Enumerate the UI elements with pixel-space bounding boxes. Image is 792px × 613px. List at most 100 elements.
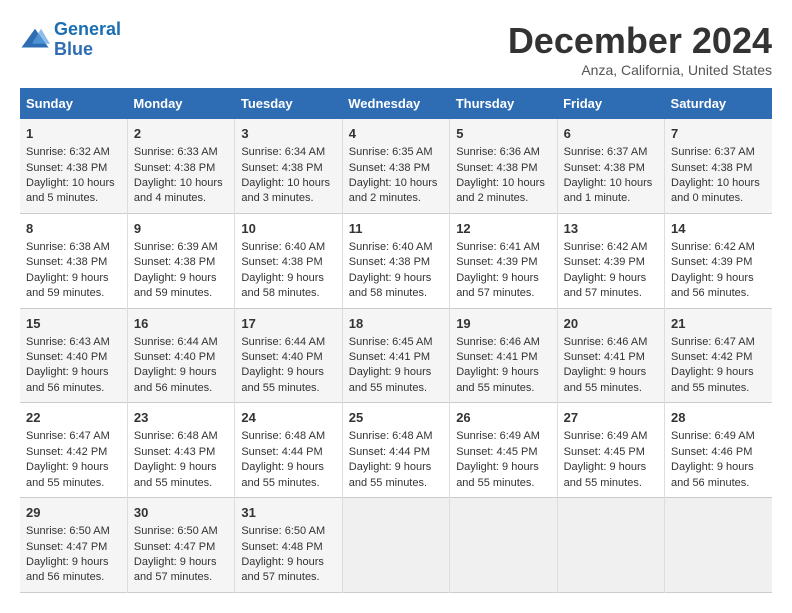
calendar-cell: 13 Sunrise: 6:42 AM Sunset: 4:39 PM Dayl… (557, 213, 664, 308)
sunrise-label: Sunrise: 6:44 AM (134, 336, 218, 348)
day-number: 28 (671, 409, 766, 427)
sunrise-label: Sunrise: 6:40 AM (349, 241, 433, 253)
sunset-label: Sunset: 4:39 PM (671, 256, 752, 268)
daylight-label: Daylight: 9 hours and 55 minutes. (456, 366, 539, 393)
calendar-subtitle: Anza, California, United States (508, 62, 772, 78)
sunset-label: Sunset: 4:38 PM (241, 162, 322, 174)
day-number: 23 (134, 409, 228, 427)
day-number: 4 (349, 125, 443, 143)
sunrise-label: Sunrise: 6:33 AM (134, 146, 218, 158)
day-number: 13 (564, 220, 658, 238)
sunset-label: Sunset: 4:38 PM (241, 256, 322, 268)
daylight-label: Daylight: 10 hours and 2 minutes. (456, 177, 545, 204)
calendar-cell: 2 Sunrise: 6:33 AM Sunset: 4:38 PM Dayli… (127, 119, 234, 213)
sunrise-label: Sunrise: 6:39 AM (134, 241, 218, 253)
sunrise-label: Sunrise: 6:42 AM (671, 241, 755, 253)
daylight-label: Daylight: 9 hours and 56 minutes. (26, 556, 109, 583)
calendar-cell: 15 Sunrise: 6:43 AM Sunset: 4:40 PM Dayl… (20, 308, 127, 403)
calendar-cell: 3 Sunrise: 6:34 AM Sunset: 4:38 PM Dayli… (235, 119, 342, 213)
sunset-label: Sunset: 4:38 PM (349, 256, 430, 268)
sunset-label: Sunset: 4:38 PM (671, 162, 752, 174)
sunset-label: Sunset: 4:44 PM (241, 446, 322, 458)
day-number: 30 (134, 504, 228, 522)
day-number: 17 (241, 315, 335, 333)
calendar-cell: 27 Sunrise: 6:49 AM Sunset: 4:45 PM Dayl… (557, 403, 664, 498)
day-number: 15 (26, 315, 121, 333)
day-number: 27 (564, 409, 658, 427)
calendar-cell: 19 Sunrise: 6:46 AM Sunset: 4:41 PM Dayl… (450, 308, 557, 403)
calendar-cell: 14 Sunrise: 6:42 AM Sunset: 4:39 PM Dayl… (665, 213, 772, 308)
logo-line1: General (54, 19, 121, 39)
sunset-label: Sunset: 4:40 PM (241, 351, 322, 363)
calendar-cell: 7 Sunrise: 6:37 AM Sunset: 4:38 PM Dayli… (665, 119, 772, 213)
sunrise-label: Sunrise: 6:47 AM (671, 336, 755, 348)
sunrise-label: Sunrise: 6:50 AM (241, 525, 325, 537)
day-number: 22 (26, 409, 121, 427)
daylight-label: Daylight: 10 hours and 0 minutes. (671, 177, 760, 204)
sunset-label: Sunset: 4:45 PM (564, 446, 645, 458)
sunrise-label: Sunrise: 6:37 AM (671, 146, 755, 158)
calendar-cell: 5 Sunrise: 6:36 AM Sunset: 4:38 PM Dayli… (450, 119, 557, 213)
day-number: 5 (456, 125, 550, 143)
day-number: 6 (564, 125, 658, 143)
sunrise-label: Sunrise: 6:35 AM (349, 146, 433, 158)
daylight-label: Daylight: 9 hours and 55 minutes. (671, 366, 754, 393)
daylight-label: Daylight: 9 hours and 55 minutes. (349, 461, 432, 488)
daylight-label: Daylight: 10 hours and 1 minute. (564, 177, 653, 204)
sunrise-label: Sunrise: 6:36 AM (456, 146, 540, 158)
daylight-label: Daylight: 9 hours and 59 minutes. (26, 272, 109, 299)
sunset-label: Sunset: 4:38 PM (134, 256, 215, 268)
sunrise-label: Sunrise: 6:49 AM (564, 430, 648, 442)
logo-line2: Blue (54, 39, 93, 59)
calendar-cell: 26 Sunrise: 6:49 AM Sunset: 4:45 PM Dayl… (450, 403, 557, 498)
sunset-label: Sunset: 4:38 PM (564, 162, 645, 174)
daylight-label: Daylight: 9 hours and 55 minutes. (26, 461, 109, 488)
sunset-label: Sunset: 4:47 PM (134, 541, 215, 553)
sunset-label: Sunset: 4:40 PM (26, 351, 107, 363)
calendar-week-3: 15 Sunrise: 6:43 AM Sunset: 4:40 PM Dayl… (20, 308, 772, 403)
daylight-label: Daylight: 9 hours and 55 minutes. (456, 461, 539, 488)
sunrise-label: Sunrise: 6:47 AM (26, 430, 110, 442)
sunset-label: Sunset: 4:40 PM (134, 351, 215, 363)
col-saturday: Saturday (665, 88, 772, 119)
sunrise-label: Sunrise: 6:43 AM (26, 336, 110, 348)
calendar-cell: 4 Sunrise: 6:35 AM Sunset: 4:38 PM Dayli… (342, 119, 449, 213)
calendar-cell: 9 Sunrise: 6:39 AM Sunset: 4:38 PM Dayli… (127, 213, 234, 308)
daylight-label: Daylight: 9 hours and 55 minutes. (564, 366, 647, 393)
sunset-label: Sunset: 4:38 PM (26, 256, 107, 268)
day-number: 18 (349, 315, 443, 333)
daylight-label: Daylight: 9 hours and 55 minutes. (241, 366, 324, 393)
day-number: 14 (671, 220, 766, 238)
sunrise-label: Sunrise: 6:48 AM (349, 430, 433, 442)
sunset-label: Sunset: 4:38 PM (349, 162, 430, 174)
daylight-label: Daylight: 9 hours and 57 minutes. (456, 272, 539, 299)
sunset-label: Sunset: 4:45 PM (456, 446, 537, 458)
calendar-cell (450, 498, 557, 593)
sunrise-label: Sunrise: 6:41 AM (456, 241, 540, 253)
sunrise-label: Sunrise: 6:34 AM (241, 146, 325, 158)
calendar-cell: 6 Sunrise: 6:37 AM Sunset: 4:38 PM Dayli… (557, 119, 664, 213)
day-number: 12 (456, 220, 550, 238)
sunset-label: Sunset: 4:38 PM (26, 162, 107, 174)
sunset-label: Sunset: 4:38 PM (456, 162, 537, 174)
calendar-cell: 25 Sunrise: 6:48 AM Sunset: 4:44 PM Dayl… (342, 403, 449, 498)
daylight-label: Daylight: 10 hours and 5 minutes. (26, 177, 115, 204)
col-friday: Friday (557, 88, 664, 119)
sunrise-label: Sunrise: 6:44 AM (241, 336, 325, 348)
page-header: General Blue December 2024 Anza, Califor… (20, 20, 772, 78)
calendar-cell: 17 Sunrise: 6:44 AM Sunset: 4:40 PM Dayl… (235, 308, 342, 403)
col-wednesday: Wednesday (342, 88, 449, 119)
day-number: 19 (456, 315, 550, 333)
day-number: 8 (26, 220, 121, 238)
calendar-cell: 21 Sunrise: 6:47 AM Sunset: 4:42 PM Dayl… (665, 308, 772, 403)
calendar-week-5: 29 Sunrise: 6:50 AM Sunset: 4:47 PM Dayl… (20, 498, 772, 593)
calendar-cell (342, 498, 449, 593)
sunrise-label: Sunrise: 6:50 AM (134, 525, 218, 537)
daylight-label: Daylight: 9 hours and 57 minutes. (564, 272, 647, 299)
sunrise-label: Sunrise: 6:49 AM (671, 430, 755, 442)
calendar-cell: 10 Sunrise: 6:40 AM Sunset: 4:38 PM Dayl… (235, 213, 342, 308)
header-row: Sunday Monday Tuesday Wednesday Thursday… (20, 88, 772, 119)
calendar-week-2: 8 Sunrise: 6:38 AM Sunset: 4:38 PM Dayli… (20, 213, 772, 308)
sunset-label: Sunset: 4:44 PM (349, 446, 430, 458)
day-number: 2 (134, 125, 228, 143)
